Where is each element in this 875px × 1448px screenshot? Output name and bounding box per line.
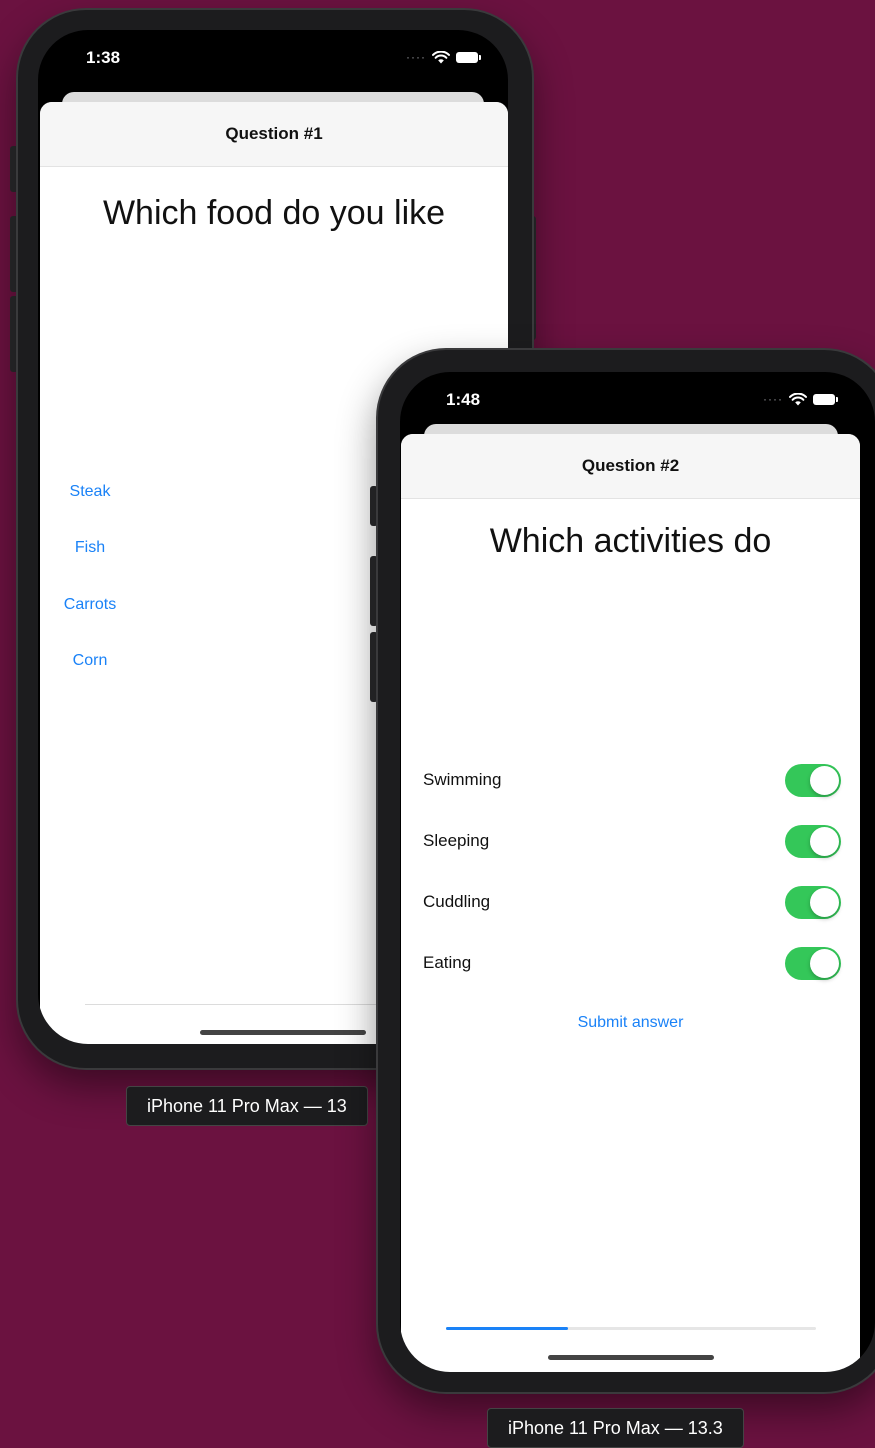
option-fish[interactable]: Fish	[40, 539, 140, 557]
toggle-knob	[810, 949, 839, 978]
nav-title: Question #1	[225, 124, 323, 143]
home-indicator	[548, 1355, 714, 1360]
modal-sheet: Question #2 Which activities do Swimming…	[401, 434, 860, 1372]
question-text: Which food do you like	[102, 194, 446, 232]
battery-icon	[813, 393, 838, 405]
notch	[156, 30, 390, 66]
wifi-icon	[789, 392, 807, 405]
volume-down-button	[370, 632, 378, 702]
option-steak[interactable]: Steak	[40, 483, 140, 501]
submit-answer-button[interactable]: Submit answer	[401, 1014, 860, 1032]
notch	[520, 372, 755, 408]
swimming-toggle[interactable]	[785, 764, 841, 797]
activity-label: Sleeping	[423, 831, 490, 850]
volume-up-button	[370, 556, 378, 626]
battery-icon	[456, 51, 481, 63]
wifi-icon	[432, 50, 450, 63]
option-corn[interactable]: Corn	[40, 652, 140, 670]
navigation-bar: Question #1	[40, 102, 508, 167]
activity-row-cuddling: Cuddling	[401, 882, 860, 922]
activity-row-eating: Eating	[401, 943, 860, 983]
status-time: 1:38	[86, 48, 121, 67]
progress-bar	[446, 1327, 816, 1330]
status-icons: ····	[406, 50, 481, 64]
status-icons: ····	[763, 392, 838, 406]
signal-dots-icon: ····	[406, 50, 426, 64]
screen: 1:48 ···· Question #2 Which activities d…	[400, 372, 875, 1372]
signal-dots-icon: ····	[763, 392, 783, 406]
eating-toggle[interactable]	[785, 947, 841, 980]
home-indicator	[200, 1030, 366, 1035]
progress-fill	[446, 1327, 569, 1330]
cuddling-toggle[interactable]	[785, 886, 841, 919]
status-time: 1:48	[446, 390, 481, 409]
device-label: iPhone 11 Pro Max — 13.3	[487, 1408, 744, 1448]
option-carrots[interactable]: Carrots	[40, 596, 140, 614]
volume-up-button	[10, 216, 18, 292]
question-text: Which activities do	[489, 522, 772, 560]
activity-label: Eating	[423, 953, 472, 972]
activity-label: Swimming	[423, 770, 502, 789]
toggle-knob	[810, 766, 839, 795]
nav-title: Question #2	[581, 456, 680, 475]
device-iphone-2: 1:48 ···· Question #2 Which activities d…	[370, 350, 875, 1395]
side-button	[10, 146, 18, 192]
volume-down-button	[10, 296, 18, 372]
navigation-bar: Question #2	[401, 434, 860, 499]
activity-row-sleeping: Sleeping	[401, 821, 860, 861]
activity-row-swimming: Swimming	[401, 760, 860, 800]
activity-label: Cuddling	[423, 892, 491, 911]
side-button	[370, 486, 378, 526]
device-label: iPhone 11 Pro Max — 13	[126, 1086, 368, 1126]
toggle-knob	[810, 827, 839, 856]
toggle-knob	[810, 888, 839, 917]
sleeping-toggle[interactable]	[785, 825, 841, 858]
